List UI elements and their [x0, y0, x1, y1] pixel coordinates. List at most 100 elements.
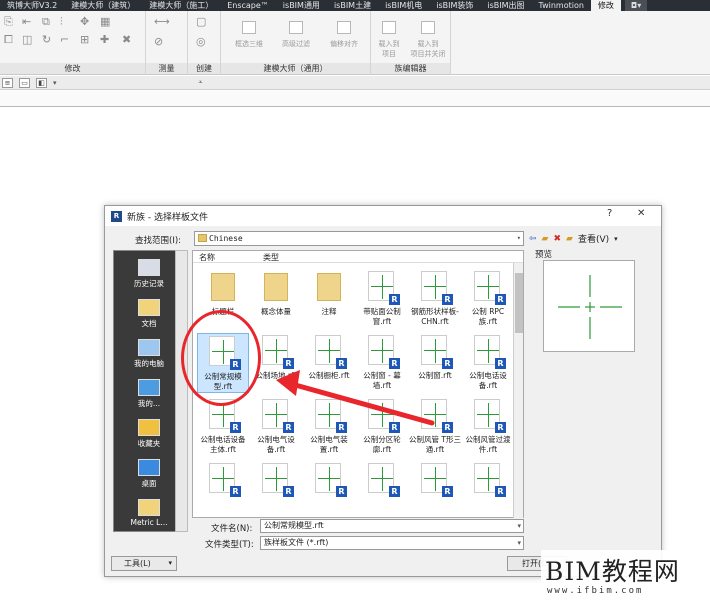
ribbon-tab[interactable]: 建模大师（建筑） — [64, 0, 142, 11]
file-item[interactable]: R 公制电话设备.rft — [462, 333, 514, 391]
file-item[interactable]: R 公制电气设备.rft — [250, 397, 302, 455]
watermark-title: BIM教程网 — [545, 557, 680, 586]
watermark: BIM教程网 www.ifbim.com — [541, 550, 710, 600]
file-item[interactable]: R 公制风管 T形三通.rft — [409, 397, 461, 455]
folder-icon — [205, 269, 241, 305]
ribbon-tab[interactable]: isBIM出图 — [480, 0, 531, 11]
create-group-icon[interactable]: ◎ — [196, 35, 206, 48]
ribbon-tab[interactable]: 修改 — [590, 0, 621, 11]
place-item[interactable]: 桌面 — [114, 459, 184, 489]
scrollbar-thumb[interactable] — [515, 273, 523, 333]
ribbon-tab[interactable]: 建模大师（施工） — [142, 0, 220, 11]
file-type-select[interactable]: 族样板文件 (*.rft) ▾ — [260, 536, 524, 550]
favorites-icon — [138, 419, 160, 436]
align-icon[interactable]: ⇤ — [22, 15, 31, 28]
trim-icon[interactable]: ⌐ — [60, 33, 69, 46]
place-label: 收藏夹 — [137, 439, 161, 448]
help-button[interactable]: ? — [607, 208, 612, 219]
file-item[interactable]: R 公制窗 - 幕墙.rft — [356, 333, 408, 391]
file-item[interactable]: R 公制风管过渡件.rft — [462, 397, 514, 455]
place-item[interactable]: 我的... — [114, 379, 184, 409]
rotate-icon[interactable]: ↻ — [42, 33, 51, 46]
file-item[interactable]: R — [197, 461, 249, 499]
dimension-icon[interactable]: ⊘ — [154, 35, 163, 48]
new-folder-icon[interactable]: ▰ — [566, 234, 573, 244]
file-item[interactable]: R 钢筋形状样板-CHN.rft — [409, 269, 461, 327]
load-and-close-button[interactable]: 载入到 项目并关闭 — [405, 21, 451, 59]
delete-icon[interactable]: ✖ — [553, 234, 561, 244]
file-item[interactable]: R 带贴面公制窗.rft — [356, 269, 408, 327]
place-item[interactable]: 文档 — [114, 299, 184, 329]
tools-button[interactable]: 工具(L) ▾ — [111, 556, 177, 571]
place-item[interactable]: 收藏夹 — [114, 419, 184, 449]
copy-icon[interactable]: ⧠ — [4, 33, 13, 47]
array-icon[interactable]: ▦ — [100, 15, 110, 28]
file-item[interactable]: R — [462, 461, 514, 499]
look-in-select[interactable]: Chinese ▾ — [194, 231, 524, 246]
file-list-scrollbar[interactable] — [513, 263, 523, 518]
template-file-icon: R — [470, 397, 506, 433]
back-icon[interactable]: ⇦ — [529, 234, 537, 244]
file-item[interactable]: 概念体量 — [250, 269, 302, 317]
ribbon-tab[interactable]: 筑博大师V3.2 — [0, 0, 64, 11]
advanced-filter-button[interactable]: 高级过滤 — [274, 21, 318, 49]
move-icon[interactable]: ✥ — [80, 15, 89, 28]
create-part-icon[interactable]: ▢ — [196, 15, 206, 28]
template-file-icon: R — [311, 397, 347, 433]
dropdown-icon[interactable]: ▾ — [53, 79, 57, 87]
file-item[interactable]: R — [409, 461, 461, 499]
select-icon[interactable]: ▭ — [19, 77, 30, 88]
expand-icon[interactable]: ⩡ — [199, 78, 203, 87]
file-item[interactable]: R — [356, 461, 408, 499]
file-item[interactable]: R 公制 RPC 族.rft — [462, 269, 514, 327]
load-to-project-button[interactable]: 载入到 项目 — [371, 21, 407, 59]
file-item[interactable]: 注释 — [303, 269, 355, 317]
close-button[interactable]: ✕ — [637, 208, 645, 219]
template-file-icon: R — [417, 269, 453, 305]
ribbon-tab[interactable]: isBIM土建 — [327, 0, 378, 11]
paste-icon[interactable]: ⎘ — [4, 15, 13, 29]
ribbon-minimize-icon[interactable]: ◘▾ — [624, 0, 648, 11]
show-3d-button[interactable]: 框选三维 — [227, 21, 271, 49]
template-file-icon: R — [364, 269, 400, 305]
place-label: 文档 — [141, 319, 157, 328]
place-item[interactable]: 历史记录 — [114, 259, 184, 289]
file-item[interactable]: R — [250, 461, 302, 499]
file-label: 公制 RPC 族.rft — [471, 307, 505, 326]
places-scrollbar[interactable] — [175, 250, 188, 532]
offset-align-button[interactable]: 偏移对齐 — [321, 21, 367, 49]
ribbon-tab[interactable]: Enscape™ — [220, 0, 276, 11]
create-group: ▢ ◎ 创建 — [188, 11, 221, 75]
ribbon-tab[interactable]: isBIM通用 — [276, 0, 327, 11]
view-menu[interactable]: 查看(V) — [578, 232, 609, 245]
ribbon-tab[interactable]: Twinmotion — [532, 0, 591, 11]
view-chevron-icon[interactable]: ▾ — [614, 235, 618, 243]
file-label: 公制电气装置.rft — [310, 435, 348, 454]
file-label: 公制窗.rft — [418, 371, 452, 380]
place-item[interactable]: Metric L... — [114, 499, 184, 527]
offset-icon[interactable]: ⧉ — [42, 15, 50, 29]
layer-icon[interactable]: ◧ — [36, 77, 47, 88]
template-file-icon: R — [470, 461, 506, 497]
pin-icon[interactable]: ✚ — [100, 33, 109, 46]
look-in-label: 查找范围(I): — [135, 236, 182, 246]
file-item[interactable]: R 公制橱柜.rft — [303, 333, 355, 381]
up-folder-icon[interactable]: ▰ — [542, 234, 549, 244]
split-icon[interactable]: ◫ — [22, 33, 32, 46]
file-name-input[interactable]: 公制常规模型.rft ▾ — [260, 519, 524, 533]
file-item[interactable]: R 公制电气装置.rft — [303, 397, 355, 455]
file-item[interactable]: R 公制窗.rft — [409, 333, 461, 381]
measure-icon[interactable]: ⟷ — [154, 15, 170, 28]
place-item[interactable]: 我的电脑 — [114, 339, 184, 369]
delete-icon[interactable]: ✖ — [122, 33, 131, 46]
ribbon-tab[interactable]: isBIM装饰 — [429, 0, 480, 11]
scale-icon[interactable]: ⊞ — [80, 33, 89, 46]
column-type[interactable]: 类型 — [263, 252, 279, 263]
file-label: 注释 — [321, 307, 337, 316]
properties-icon[interactable]: ≡ — [2, 77, 13, 88]
ribbon-tab[interactable]: isBIM机电 — [378, 0, 429, 11]
mirror-icon[interactable]: ⫶ — [60, 15, 63, 29]
file-item[interactable]: R — [303, 461, 355, 499]
column-name[interactable]: 名称 — [199, 252, 215, 263]
file-item[interactable]: R 公制分区轮廓.rft — [356, 397, 408, 455]
